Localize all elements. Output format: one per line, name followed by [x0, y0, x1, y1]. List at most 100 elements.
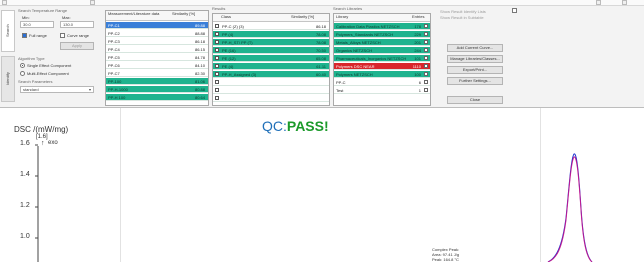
measurement-row-name: PP-C4 [108, 47, 120, 52]
measurement-row-value: 80.64 [194, 95, 205, 100]
temperature-range-title: Search Temperature Range [18, 8, 68, 13]
measurement-row[interactable]: PP-H 100 80.64 [106, 94, 208, 101]
algo-multi-radio[interactable] [20, 71, 25, 76]
class-column-header[interactable]: Class [221, 15, 231, 19]
manage-libraries-button[interactable]: Manage Libraries/Classes... [447, 55, 503, 63]
library-row-name: Polymers_Standards NETZSCH [336, 32, 394, 37]
max-temperature-input[interactable]: 130.0 [60, 21, 94, 28]
library-row[interactable]: Calibration Data Plastics NETZSCH 178 [334, 23, 430, 30]
results-row[interactable] [213, 95, 329, 102]
library-row-value: 201 [414, 40, 421, 45]
dsc-curve-reference [547, 156, 593, 262]
dsc-curve-canvas [35, 144, 593, 262]
results-row[interactable]: PE (12) 65.08 [213, 55, 329, 62]
row-checkbox[interactable] [424, 40, 428, 44]
row-checkbox[interactable] [215, 96, 219, 100]
row-checkbox[interactable] [215, 72, 219, 76]
results-title: Results [212, 6, 226, 11]
library-row[interactable]: Polymers_Standards NETZSCH 229 [334, 31, 430, 38]
further-settings-button[interactable]: Further Settings... [447, 77, 503, 85]
measurement-row[interactable]: PP-H-1000 80.88 [106, 86, 208, 93]
library-column-header[interactable]: Library [336, 15, 348, 19]
tab-search[interactable]: Search [1, 10, 15, 52]
library-row[interactable]: Test 1 [334, 87, 430, 94]
row-checkbox[interactable] [424, 24, 428, 28]
curve-range-checkbox[interactable] [60, 33, 65, 38]
algo-single-radio[interactable] [20, 63, 25, 68]
measurement-row[interactable]: PP-C1 89.88 [106, 22, 208, 29]
results-row-name: PE (16) [222, 48, 236, 53]
library-row[interactable]: Polymers DSC NEAR 1110 [334, 63, 430, 70]
measurement-row[interactable]: PP-C2 88.88 [106, 30, 208, 37]
export-print-button[interactable]: Export/Print... [447, 66, 503, 74]
results-row[interactable]: PP-C (Z) (3) 86.18 [213, 23, 329, 30]
row-checkbox[interactable] [215, 48, 219, 52]
libraries-title: Search Libraries [333, 6, 363, 11]
row-checkbox[interactable] [424, 56, 428, 60]
measurement-row-name: PP-C2 [108, 31, 120, 36]
row-checkbox[interactable] [215, 80, 219, 84]
measurement-row-name: PP-C1 [108, 23, 120, 28]
add-current-curve-button[interactable]: Add Current Curve... [447, 44, 503, 52]
parameters-select[interactable]: standard ▾ [20, 86, 94, 93]
toolbar-button[interactable] [596, 0, 601, 5]
results-table[interactable]: Class Similarity [%] PP-C (Z) (3) 86.18 PP… [212, 13, 330, 106]
toolbar-button[interactable] [622, 0, 627, 5]
library-row[interactable]: Polymers NETZSCH 100 [334, 71, 430, 78]
row-checkbox[interactable] [215, 56, 219, 60]
dsc-plot[interactable]: QC:PASS! DSC /(mW/mg) [1.6] ↑ exo 1.6 1.… [0, 108, 644, 262]
show-result-note-2: Show Result in Subtable [440, 15, 484, 20]
measurement-row[interactable]: PP-C5 84.78 [106, 54, 208, 61]
measurement-column-header[interactable]: Measurement/Literature data [108, 12, 168, 16]
library-row[interactable]: Pharmaceuticals_Inorganics NETZSCH 101 [334, 55, 430, 62]
row-checkbox[interactable] [424, 80, 428, 84]
row-checkbox[interactable] [424, 72, 428, 76]
results-row[interactable]: PE (4) 61.11 [213, 63, 329, 70]
parameters-select-value: standard [23, 87, 39, 92]
row-checkbox[interactable] [424, 88, 428, 92]
measurement-row[interactable]: PP-C7 82.30 [106, 70, 208, 77]
measurement-row[interactable]: PP-C3 86.18 [106, 38, 208, 45]
measurement-table[interactable]: Measurement/Literature data Similarity [… [105, 10, 209, 106]
results-row[interactable]: PP-H_Assigned (3) 60.40 [213, 71, 329, 78]
row-checkbox[interactable] [424, 48, 428, 52]
results-similarity-column-header[interactable]: Similarity [%] [291, 15, 314, 19]
toolbar-button[interactable] [2, 0, 7, 5]
identify-panel: Search Identify Search Temperature Range… [0, 6, 644, 108]
entries-column-header[interactable]: Entries [412, 15, 424, 19]
tab-identify[interactable]: Identify [1, 56, 15, 102]
row-checkbox[interactable] [215, 64, 219, 68]
min-temperature-input[interactable]: 30.0 [20, 21, 54, 28]
row-checkbox[interactable] [215, 24, 219, 28]
show-result-checkbox[interactable] [512, 8, 517, 13]
results-row[interactable]: PP-H_ST/ PP (T) 78.08 [213, 39, 329, 46]
measurement-row-name: PP-C6 [108, 63, 120, 68]
library-row[interactable]: PP-C 6 [334, 79, 430, 86]
row-checkbox[interactable] [424, 32, 428, 36]
close-button[interactable]: Close [447, 96, 503, 104]
row-checkbox[interactable] [215, 88, 219, 92]
library-row-value: 101 [414, 56, 421, 61]
results-row[interactable]: PP (4) 78.08 [213, 31, 329, 38]
toolbar-button[interactable] [90, 0, 95, 5]
row-checkbox[interactable] [215, 32, 219, 36]
app-window: Search Identify Search Temperature Range… [0, 0, 644, 262]
library-row-name: Polymers DSC NEAR [336, 64, 375, 69]
results-row[interactable] [213, 79, 329, 86]
row-checkbox[interactable] [215, 40, 219, 44]
apply-button[interactable]: Apply [60, 42, 94, 50]
full-range-checkbox[interactable] [22, 33, 27, 38]
measurement-row-value: 84.78 [194, 55, 205, 60]
libraries-table[interactable]: Library Entries Calibration Data Plastic… [333, 13, 431, 106]
row-checkbox[interactable] [424, 64, 428, 68]
results-row-value: 65.08 [315, 56, 326, 61]
library-row-name: Organics NETZSCH [336, 48, 373, 53]
library-row[interactable]: Organics NETZSCH 244 [334, 47, 430, 54]
measurement-row[interactable]: PP-100 81.06 [106, 78, 208, 85]
measurement-row[interactable]: PP-C4 86.15 [106, 46, 208, 53]
measurement-row[interactable]: PP-C6 84.10 [106, 62, 208, 69]
similarity-column-header[interactable]: Similarity [%] [172, 12, 195, 16]
results-row[interactable]: PE (16) 70.50 [213, 47, 329, 54]
library-row[interactable]: Metals_Alloys NETZSCH 201 [334, 39, 430, 46]
results-row[interactable] [213, 87, 329, 94]
